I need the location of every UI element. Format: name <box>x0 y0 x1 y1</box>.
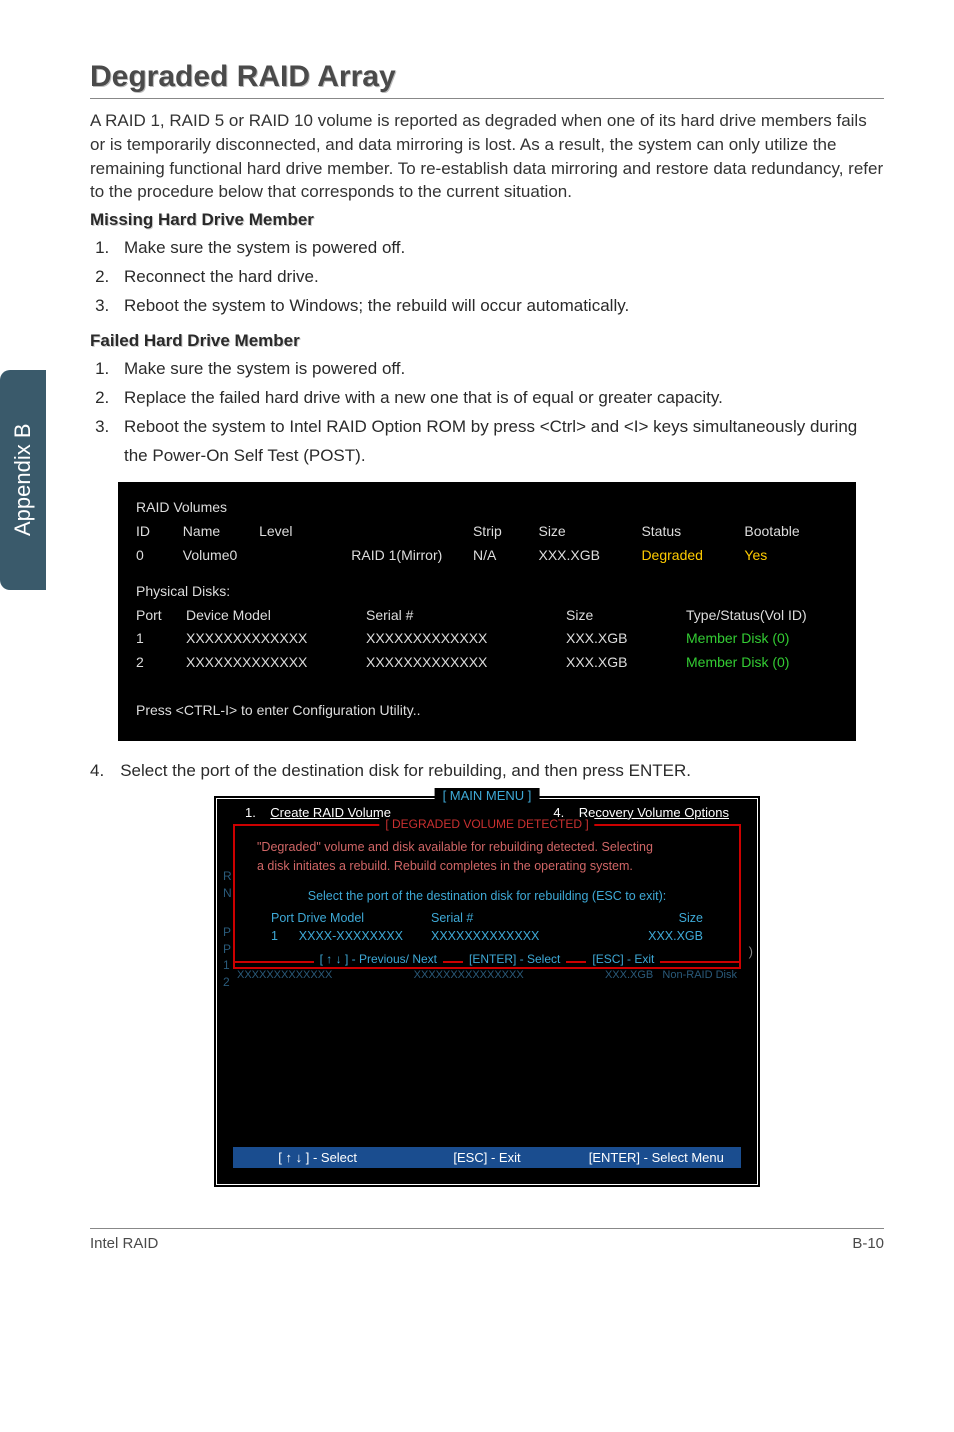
bios-main-menu-wrap: [ MAIN MENU ] 1. Create RAID Volume 4. R… <box>90 795 884 1189</box>
cell: XXXXXXXXXXXXX <box>186 627 366 651</box>
side-tab-appendix: Appendix B <box>0 370 46 590</box>
footer-bar: [ ↑ ↓ ] - Select [ESC] - Exit [ENTER] - … <box>233 1147 741 1168</box>
cell: XXXXXXXXXXXXX <box>431 929 611 943</box>
dialog-header-row: Port Drive Model Serial # Size <box>235 909 739 927</box>
dialog-prompt: Select the port of the destination disk … <box>235 879 739 909</box>
col-size: Size <box>538 520 641 544</box>
cell-type-member: Member Disk (0) <box>686 627 838 651</box>
col-port: Port <box>136 604 186 628</box>
cell: 2 <box>136 651 186 675</box>
col-name: Name Level <box>183 520 351 544</box>
col-status: Status <box>641 520 744 544</box>
side-label: R N <box>223 868 232 902</box>
list-item: Reboot the system to Intel RAID Option R… <box>114 413 884 471</box>
spacer <box>217 981 757 1131</box>
step-text: Select the port of the destination disk … <box>120 761 691 780</box>
hint-enter-select: [ENTER] - Select <box>463 952 566 966</box>
press-ctrl-i-hint: Press <CTRL-I> to enter Configuration Ut… <box>136 699 838 723</box>
cell: 1 <box>136 627 186 651</box>
col-size: Size <box>611 911 703 925</box>
hint-prev-next: [ ↑ ↓ ] - Previous/ Next <box>314 952 443 966</box>
cell: XXXXXXXXXXXXX <box>366 627 566 651</box>
cell: Volume0 <box>183 544 351 568</box>
page-footer: Intel RAID B-10 <box>90 1228 884 1252</box>
step-number: 4. <box>90 761 120 780</box>
page: Appendix B Degraded RAID Array A RAID 1,… <box>0 0 954 1282</box>
col-type: Type/Status(Vol ID) <box>686 604 838 628</box>
cell-bootable-yes: Yes <box>744 544 838 568</box>
footer-left: Intel RAID <box>90 1235 158 1252</box>
col-serial: Serial # <box>366 604 566 628</box>
step-4: 4.Select the port of the destination dis… <box>90 761 884 781</box>
cell: XXX.XGB <box>538 544 641 568</box>
cell: RAID 1(Mirror) <box>351 544 473 568</box>
raid-volumes-row: 0 Volume0 RAID 1(Mirror) N/A XXX.XGB Deg… <box>136 544 838 568</box>
col-id: ID <box>136 520 183 544</box>
ghost-row: XXXXXXXXXXXXX XXXXXXXXXXXXXXX XXX.XGB No… <box>217 969 757 981</box>
dialog-message: "Degraded" volume and disk available for… <box>235 830 739 880</box>
page-title: Degraded RAID Array <box>90 60 884 99</box>
section-label: Physical Disks: <box>136 580 838 604</box>
cell: XXXXXXXXXXXXX <box>186 651 366 675</box>
dialog-footer: [ ↑ ↓ ] - Previous/ Next [ENTER] - Selec… <box>235 961 739 963</box>
list-item: Make sure the system is powered off. <box>114 234 884 263</box>
dialog-title: [ DEGRADED VOLUME DETECTED ] <box>379 817 594 831</box>
list-failed: Make sure the system is powered off. Rep… <box>90 355 884 471</box>
list-item: Reboot the system to Windows; the rebuil… <box>114 292 884 321</box>
list-item: Replace the failed hard drive with a new… <box>114 384 884 413</box>
hint-select: [ ↑ ↓ ] - Select <box>233 1150 402 1165</box>
side-label: P P 1 2 <box>223 924 231 991</box>
main-menu-title: [ MAIN MENU ] <box>435 788 540 803</box>
physical-disks-header: Port Device Model Serial # Size Type/Sta… <box>136 604 838 628</box>
cell: 0 <box>136 544 183 568</box>
cell: N/A <box>473 544 539 568</box>
section-label: RAID Volumes <box>136 496 838 520</box>
physical-disk-row: 2 XXXXXXXXXXXXX XXXXXXXXXXXXX XXX.XGB Me… <box>136 651 838 675</box>
col-bootable: Bootable <box>744 520 838 544</box>
bios-main-menu-screen: [ MAIN MENU ] 1. Create RAID Volume 4. R… <box>213 795 761 1189</box>
cell: XXX.XGB <box>566 627 686 651</box>
cell: XXX.XGB <box>566 651 686 675</box>
hint-enter-menu: [ENTER] - Select Menu <box>572 1150 741 1165</box>
degraded-volume-dialog: [ DEGRADED VOLUME DETECTED ] "Degraded" … <box>233 824 741 970</box>
col-size: Size <box>566 604 686 628</box>
cell: 1 XXXX-XXXXXXXX <box>271 929 431 943</box>
cell-type-member: Member Disk (0) <box>686 651 838 675</box>
raid-volumes-header: ID Name Level Strip Size Status Bootable <box>136 520 838 544</box>
subhead-missing: Missing Hard Drive Member <box>90 210 884 230</box>
hint-esc-exit: [ESC] - Exit <box>586 952 660 966</box>
bios-option-rom-screen: RAID Volumes ID Name Level Strip Size St… <box>118 482 856 740</box>
cell-status-degraded: Degraded <box>641 544 744 568</box>
col-port-drive-model: Port Drive Model <box>271 911 431 925</box>
side-paren: ) <box>749 944 753 959</box>
menu-option-create[interactable]: 1. Create RAID Volume <box>245 805 391 820</box>
list-item: Make sure the system is powered off. <box>114 355 884 384</box>
intro-text: A RAID 1, RAID 5 or RAID 10 volume is re… <box>90 109 884 204</box>
subhead-failed: Failed Hard Drive Member <box>90 331 884 351</box>
col-strip: Strip <box>473 520 539 544</box>
hint-esc-exit: [ESC] - Exit <box>402 1150 571 1165</box>
physical-disk-row: 1 XXXXXXXXXXXXX XXXXXXXXXXXXX XXX.XGB Me… <box>136 627 838 651</box>
dialog-data-row[interactable]: 1 XXXX-XXXXXXXX XXXXXXXXXXXXX XXX.XGB <box>235 927 739 945</box>
footer-right: B-10 <box>852 1235 884 1252</box>
cell: XXX.XGB <box>611 929 703 943</box>
list-item: Reconnect the hard drive. <box>114 263 884 292</box>
list-missing: Make sure the system is powered off. Rec… <box>90 234 884 321</box>
col-serial: Serial # <box>431 911 611 925</box>
col-model: Device Model <box>186 604 366 628</box>
cell: XXXXXXXXXXXXX <box>366 651 566 675</box>
